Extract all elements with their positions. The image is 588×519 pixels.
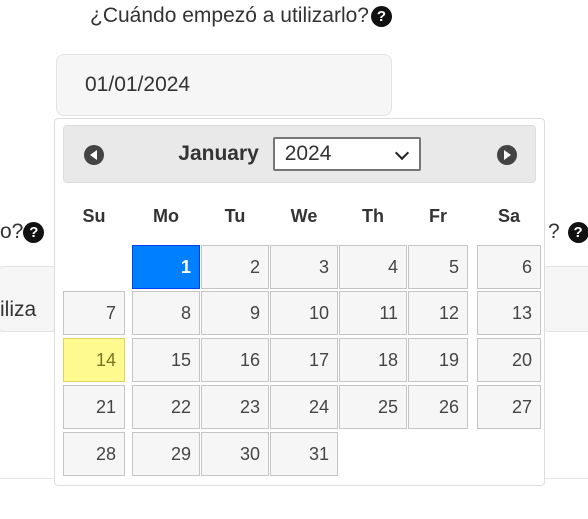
- weekday-1: Mo: [153, 206, 179, 226]
- calendar-day-2[interactable]: 2: [201, 245, 269, 289]
- weekday-0: Su: [82, 206, 106, 226]
- chevron-down-icon: [394, 146, 409, 161]
- calendar-day-22[interactable]: 22: [132, 385, 200, 429]
- background-question-right: ? ?: [548, 220, 588, 244]
- question-circle-icon[interactable]: ?: [23, 222, 45, 243]
- calendar-day-28[interactable]: 28: [63, 432, 125, 476]
- calendar-day-16[interactable]: 16: [201, 338, 269, 382]
- calendar-day-15[interactable]: 15: [132, 338, 200, 382]
- calendar-day-19[interactable]: 19: [408, 338, 468, 382]
- calendar-day-13[interactable]: 13: [477, 291, 541, 335]
- calendar-day-14[interactable]: 14: [63, 338, 125, 382]
- date-input-value: 01/01/2024: [85, 73, 191, 96]
- date-input[interactable]: 01/01/2024: [56, 54, 392, 116]
- background-question-text: o?: [0, 220, 24, 243]
- calendar-day-3[interactable]: 3: [270, 245, 338, 289]
- weekday-6: Sa: [497, 206, 521, 226]
- question-circle-icon[interactable]: ?: [371, 6, 392, 27]
- calendar-day-8[interactable]: 8: [132, 291, 200, 335]
- calendar-day-18[interactable]: 18: [339, 338, 407, 382]
- weekday-4: Th: [362, 206, 384, 226]
- question-text: ¿Cuándo empezó a utilizarlo?: [90, 4, 369, 27]
- weekday-3: We: [290, 206, 318, 226]
- calendar-day-20[interactable]: 20: [477, 338, 541, 382]
- calendar-day-7[interactable]: 7: [63, 291, 125, 335]
- calendar-day-30[interactable]: 30: [201, 432, 269, 476]
- calendar-day-29[interactable]: 29: [132, 432, 200, 476]
- background-field-text: iliza: [0, 298, 37, 321]
- next-month-icon[interactable]: [497, 145, 517, 165]
- datepicker-header: January 2024: [63, 125, 536, 183]
- background-question-fragment: o??: [0, 220, 45, 244]
- calendar-day-12[interactable]: 12: [408, 291, 468, 335]
- calendar-day-26[interactable]: 26: [408, 385, 468, 429]
- datepicker: January 2024 Su Mo Tu We Th Fr Sa 1 2 3 4 5 6 7 8 9 10 1…: [54, 118, 545, 486]
- calendar-day-9[interactable]: 9: [201, 291, 269, 335]
- calendar-day-6[interactable]: 6: [477, 245, 541, 289]
- calendar-day-5[interactable]: 5: [408, 245, 468, 289]
- calendar-day-4[interactable]: 4: [339, 245, 407, 289]
- calendar-day-27[interactable]: 27: [477, 385, 541, 429]
- calendar-day-1[interactable]: 1: [132, 245, 200, 289]
- weekday-header-row: Su Mo Tu We Th Fr Sa: [63, 183, 536, 245]
- calendar-day-31[interactable]: 31: [270, 432, 338, 476]
- question-circle-icon[interactable]: ?: [567, 222, 588, 243]
- calendar-day-25[interactable]: 25: [339, 385, 407, 429]
- calendar-day-11[interactable]: 11: [339, 291, 407, 335]
- calendar-day-17[interactable]: 17: [270, 338, 338, 382]
- year-select-value: 2024: [284, 142, 332, 166]
- background-field-right[interactable]: [540, 266, 588, 332]
- calendar-day-23[interactable]: 23: [201, 385, 269, 429]
- background-question-right-text: ?: [548, 220, 560, 243]
- calendar-day-21[interactable]: 21: [63, 385, 125, 429]
- question-label: ¿Cuándo empezó a utilizarlo??: [90, 4, 392, 28]
- calendar-day-24[interactable]: 24: [270, 385, 338, 429]
- weekday-5: Fr: [429, 206, 447, 226]
- weekday-2: Tu: [224, 206, 246, 226]
- month-label: January: [178, 142, 259, 166]
- calendar-day-10[interactable]: 10: [270, 291, 338, 335]
- datepicker-title: January 2024: [64, 137, 535, 172]
- year-select[interactable]: 2024: [272, 137, 421, 172]
